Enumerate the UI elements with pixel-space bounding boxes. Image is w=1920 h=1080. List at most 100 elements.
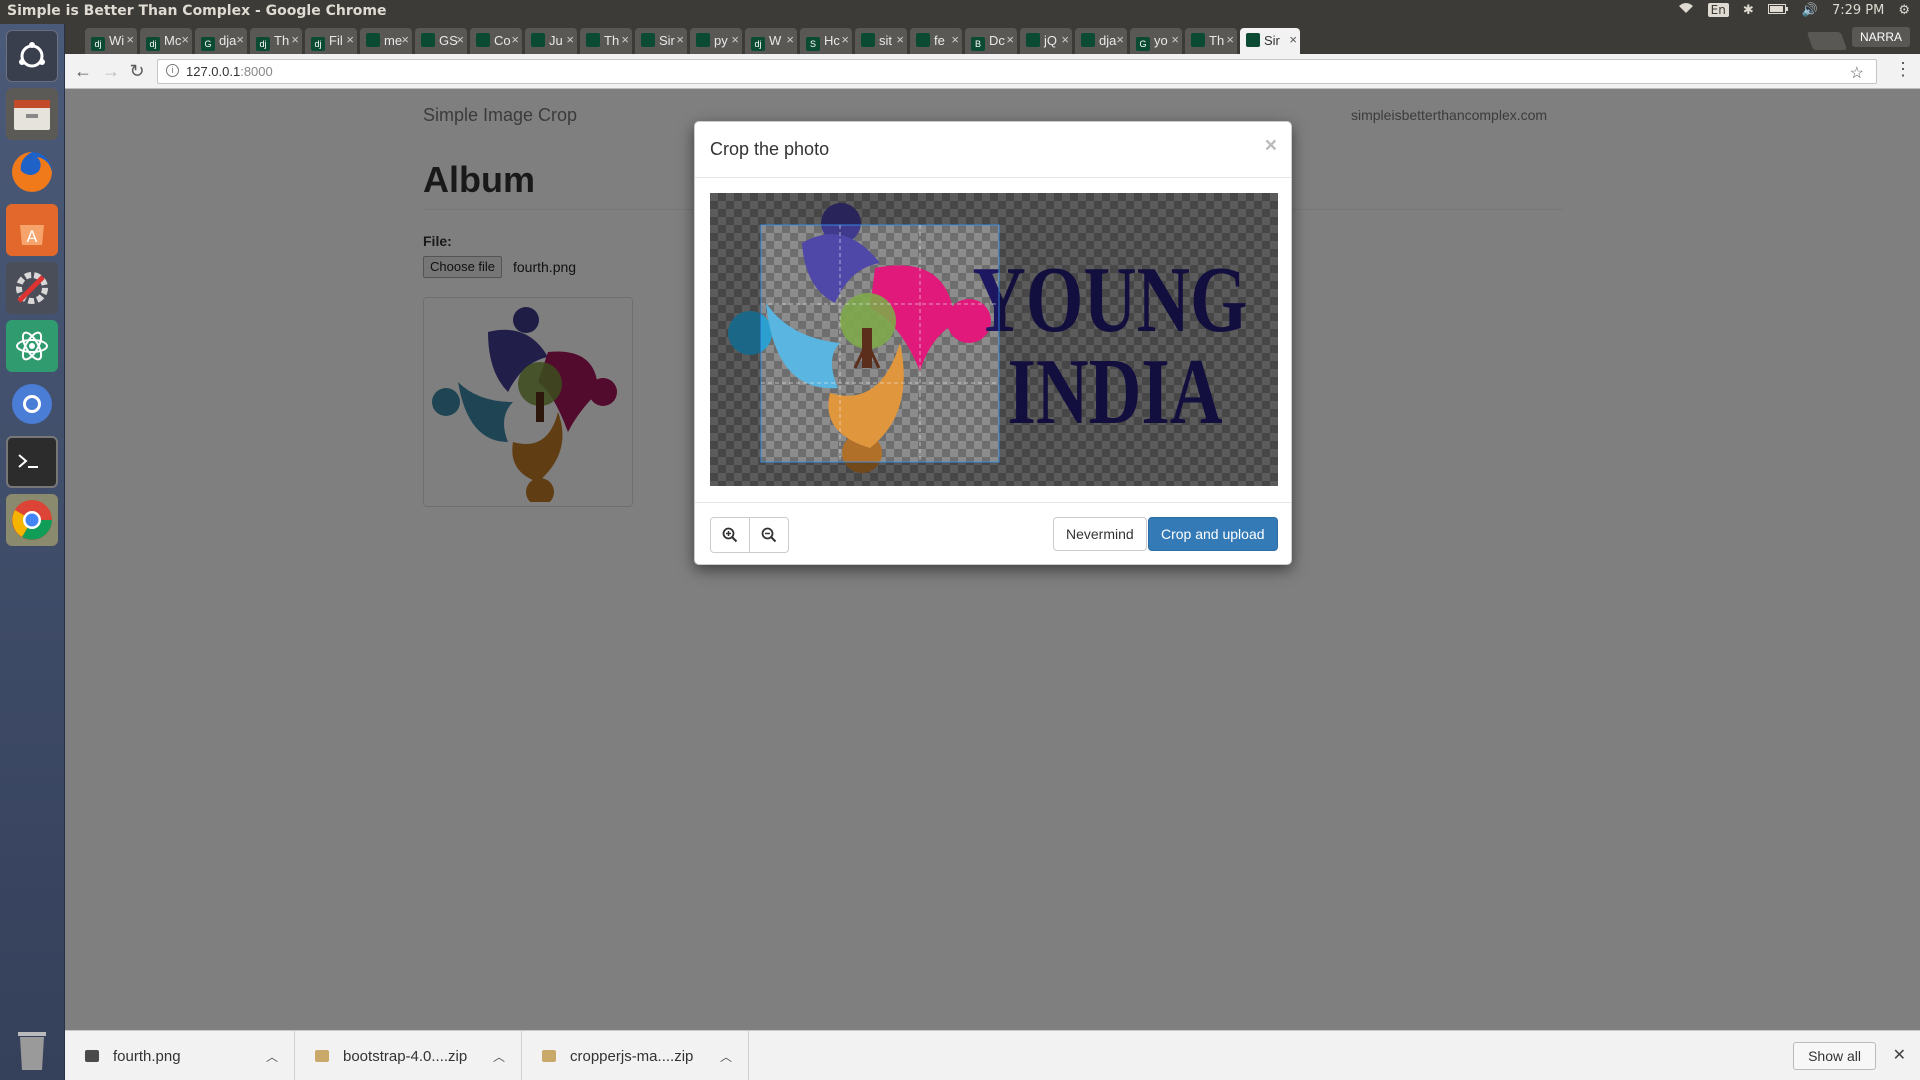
crop-and-upload-button[interactable]: Crop and upload [1148, 517, 1278, 551]
terminal-icon[interactable] [6, 436, 58, 488]
tab-close-icon[interactable]: × [346, 32, 354, 47]
browser-tab[interactable]: Gyo × [1130, 28, 1182, 54]
settings-gear-icon[interactable]: ⚙ [1898, 3, 1910, 18]
reload-icon[interactable]: ↻ [125, 60, 149, 84]
browser-tab[interactable]: me × [360, 28, 412, 54]
tab-favicon-icon: dj [256, 37, 270, 51]
browser-tab[interactable]: Sir × [635, 28, 687, 54]
download-item[interactable]: fourth.png ︿ [65, 1031, 295, 1080]
bluetooth-icon[interactable]: ✱ [1743, 3, 1754, 18]
files-icon[interactable] [6, 88, 58, 140]
tab-close-icon[interactable]: × [456, 32, 464, 47]
system-tray: En ✱ 🔊 7:29 PM ⚙ [1678, 2, 1910, 18]
tab-close-icon[interactable]: × [566, 32, 574, 47]
tab-close-icon[interactable]: × [1226, 32, 1234, 47]
close-downloads-bar-icon[interactable]: ✕ [1893, 1045, 1906, 1065]
tab-close-icon[interactable]: × [786, 32, 794, 47]
firefox-icon[interactable] [6, 146, 58, 198]
tab-close-icon[interactable]: × [181, 32, 189, 47]
tab-close-icon[interactable]: × [621, 32, 629, 47]
browser-tab[interactable]: dj W × [745, 28, 797, 54]
nevermind-button[interactable]: Nevermind [1053, 517, 1147, 551]
browser-tab[interactable]: sit × [855, 28, 907, 54]
tab-favicon-icon [861, 33, 875, 47]
browser-tab[interactable]: py × [690, 28, 742, 54]
tab-close-icon[interactable]: × [1116, 32, 1124, 47]
ubuntu-dash-icon[interactable] [6, 30, 58, 82]
chrome-icon[interactable] [6, 494, 58, 546]
zoom-in-button[interactable] [710, 517, 750, 553]
wifi-icon[interactable] [1678, 2, 1694, 18]
zoom-out-button[interactable] [749, 517, 789, 553]
browser-tab[interactable]: dj Fil × [305, 28, 357, 54]
browser-tab[interactable]: Co × [470, 28, 522, 54]
address-bar[interactable]: i 127.0.0.1:8000 ☆ [157, 59, 1877, 84]
bookmark-star-icon[interactable]: ☆ [1850, 63, 1864, 83]
clock[interactable]: 7:29 PM [1832, 3, 1884, 18]
browser-tab[interactable]: Th × [580, 28, 632, 54]
chrome-menu-icon[interactable]: ⋮ [1894, 59, 1912, 80]
browser-tab[interactable]: B Dc × [965, 28, 1017, 54]
software-center-icon[interactable]: A [6, 204, 58, 256]
download-item[interactable]: bootstrap-4.0....zip ︿ [295, 1031, 522, 1080]
cropper-canvas[interactable]: YOUNG INDIA [710, 193, 1278, 486]
browser-tab[interactable]: fe × [910, 28, 962, 54]
tab-close-icon[interactable]: × [1171, 32, 1179, 47]
volume-icon[interactable]: 🔊 [1802, 3, 1818, 18]
tab-favicon-icon: G [201, 37, 215, 51]
tab-close-icon[interactable]: × [951, 32, 959, 47]
tab-favicon-icon: dj [311, 37, 325, 51]
tab-close-icon[interactable]: × [731, 32, 739, 47]
new-tab-button[interactable] [1806, 32, 1848, 50]
tab-label: Th [1209, 33, 1225, 48]
tab-close-icon[interactable]: × [676, 32, 684, 47]
keyboard-layout-indicator[interactable]: En [1707, 3, 1729, 17]
browser-tab[interactable]: dj Wi × [85, 28, 137, 54]
back-arrow-icon[interactable]: ← [71, 60, 95, 84]
download-name: fourth.png [113, 1047, 181, 1065]
chevron-up-icon[interactable]: ︿ [493, 1048, 505, 1065]
tab-favicon-icon [476, 33, 490, 47]
chromium-icon[interactable] [6, 378, 58, 430]
chevron-up-icon[interactable]: ︿ [720, 1048, 732, 1065]
site-info-icon[interactable]: i [166, 64, 179, 77]
tab-close-icon[interactable]: × [1006, 32, 1014, 47]
browser-tab[interactable]: S Hc × [800, 28, 852, 54]
tab-close-icon[interactable]: × [1289, 32, 1297, 47]
browser-tab[interactable]: Ju × [525, 28, 577, 54]
tab-label: Th [604, 33, 620, 48]
tab-label: Sir [1264, 33, 1280, 48]
browser-tab[interactable]: Gdja × [195, 28, 247, 54]
tab-close-icon[interactable]: × [511, 32, 519, 47]
browser-tab[interactable]: Sir × [1240, 28, 1300, 54]
downloads-bar: fourth.png ︿ bootstrap-4.0....zip ︿ crop… [65, 1030, 1920, 1080]
forward-arrow-icon[interactable]: → [99, 60, 123, 84]
trash-icon[interactable] [6, 1024, 58, 1076]
browser-tab[interactable]: dj Mc × [140, 28, 192, 54]
browser-tab[interactable]: Th × [1185, 28, 1237, 54]
tab-close-icon[interactable]: × [1061, 32, 1069, 47]
tab-label: Mc [164, 33, 182, 48]
profile-button[interactable]: NARRA [1851, 27, 1910, 47]
tab-close-icon[interactable]: × [401, 32, 409, 47]
tab-close-icon[interactable]: × [126, 32, 134, 47]
browser-tab[interactable]: GS × [415, 28, 467, 54]
tab-label: W [769, 33, 782, 48]
browser-tab[interactable]: dja × [1075, 28, 1127, 54]
atom-editor-icon[interactable] [6, 320, 58, 372]
modal-close-button[interactable]: × [1265, 134, 1277, 158]
browser-tab[interactable]: dj Th × [250, 28, 302, 54]
tab-close-icon[interactable]: × [841, 32, 849, 47]
tab-close-icon[interactable]: × [291, 32, 299, 47]
tab-close-icon[interactable]: × [236, 32, 244, 47]
tab-close-icon[interactable]: × [896, 32, 904, 47]
download-item[interactable]: cropperjs-ma....zip ︿ [522, 1031, 749, 1080]
system-settings-icon[interactable] [6, 262, 58, 314]
show-all-downloads-button[interactable]: Show all [1793, 1042, 1876, 1070]
browser-tab[interactable]: jQ × [1020, 28, 1072, 54]
tab-favicon-icon [641, 33, 655, 47]
battery-icon[interactable] [1767, 3, 1788, 18]
chevron-up-icon[interactable]: ︿ [266, 1048, 278, 1065]
tab-label: Fil [329, 33, 343, 48]
tab-label: yo [1154, 33, 1168, 48]
